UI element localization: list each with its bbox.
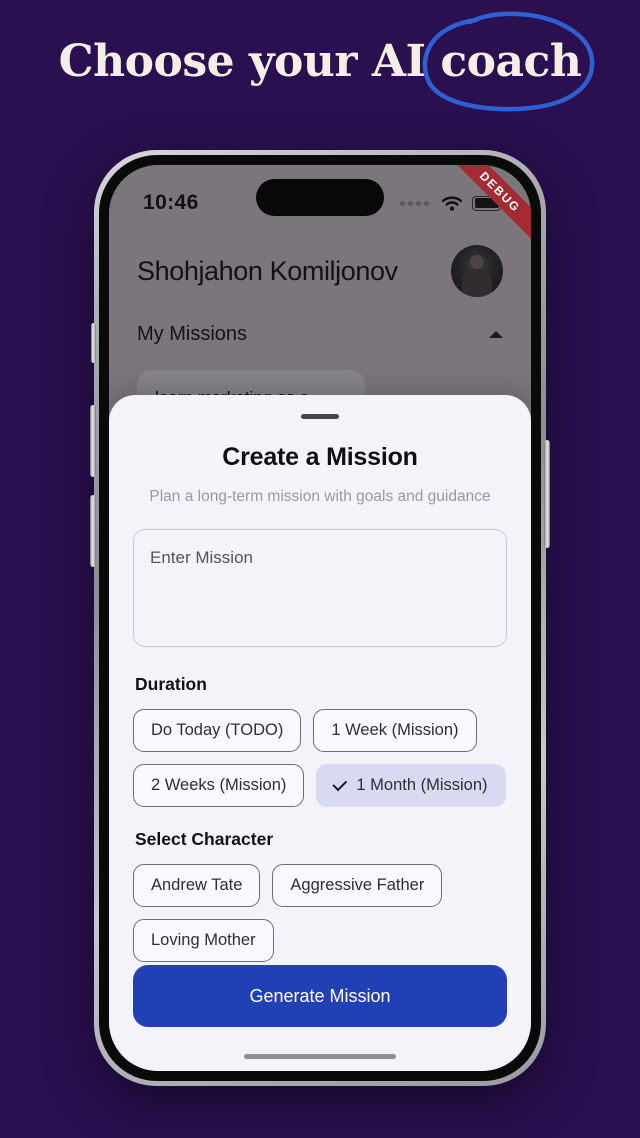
chip-label: 2 Weeks (Mission) [151,776,287,794]
chip-label: 1 Month (Mission) [356,776,488,794]
status-indicators [400,195,504,212]
character-chip-group: Andrew Tate Aggressive Father Loving Mot… [133,864,507,962]
character-chip-andrew-tate[interactable]: Andrew Tate [133,864,261,907]
duration-chip-do-today[interactable]: Do Today (TODO) [133,709,302,752]
chevron-up-icon[interactable] [489,331,503,338]
generate-mission-button[interactable]: Generate Mission [133,965,507,1027]
app-header: Shohjahon Komiljonov [109,227,531,297]
silent-switch-button[interactable] [91,323,96,363]
duration-chip-group: Do Today (TODO) 1 Week (Mission) 2 Weeks… [133,709,507,807]
avatar[interactable] [451,245,503,297]
phone-mockup: Shohjahon Komiljonov My Missions learn m… [90,150,550,1086]
sheet-title: Create a Mission [222,443,418,471]
duration-chip-2-weeks[interactable]: 2 Weeks (Mission) [133,764,305,807]
volume-down-button[interactable] [90,495,96,567]
signal-dots-icon [400,200,429,206]
wifi-icon [441,195,463,211]
section-title: My Missions [137,323,248,345]
home-indicator [244,1054,396,1059]
chip-label: 1 Week (Mission) [331,721,459,739]
create-mission-sheet: Create a Mission Plan a long-term missio… [109,395,531,1071]
duration-label: Duration [135,674,207,694]
chip-label: Loving Mother [151,931,256,949]
dynamic-island [256,179,384,216]
chip-label: Andrew Tate [151,876,243,894]
poster-header: Choose your AI coach [0,0,640,140]
character-chip-loving-mother[interactable]: Loving Mother [133,919,274,962]
phone-screen: Shohjahon Komiljonov My Missions learn m… [109,165,531,1071]
drag-handle-icon[interactable] [301,414,339,419]
my-missions-section-header[interactable]: My Missions [109,297,531,346]
status-time: 10:46 [143,191,199,214]
user-name: Shohjahon Komiljonov [137,255,398,286]
page-title: Choose your AI coach [58,36,582,87]
chip-label: Aggressive Father [290,876,425,894]
chip-label: Do Today (TODO) [151,721,284,739]
character-chip-aggressive-father[interactable]: Aggressive Father [272,864,443,907]
duration-chip-1-week[interactable]: 1 Week (Mission) [313,709,477,752]
check-icon [332,775,348,791]
duration-chip-1-month[interactable]: 1 Month (Mission) [316,764,506,807]
volume-up-button[interactable] [90,405,96,477]
power-button[interactable] [544,440,550,548]
sheet-subtitle: Plan a long-term mission with goals and … [149,488,491,505]
mission-input[interactable] [133,529,507,647]
character-label: Select Character [135,829,274,849]
